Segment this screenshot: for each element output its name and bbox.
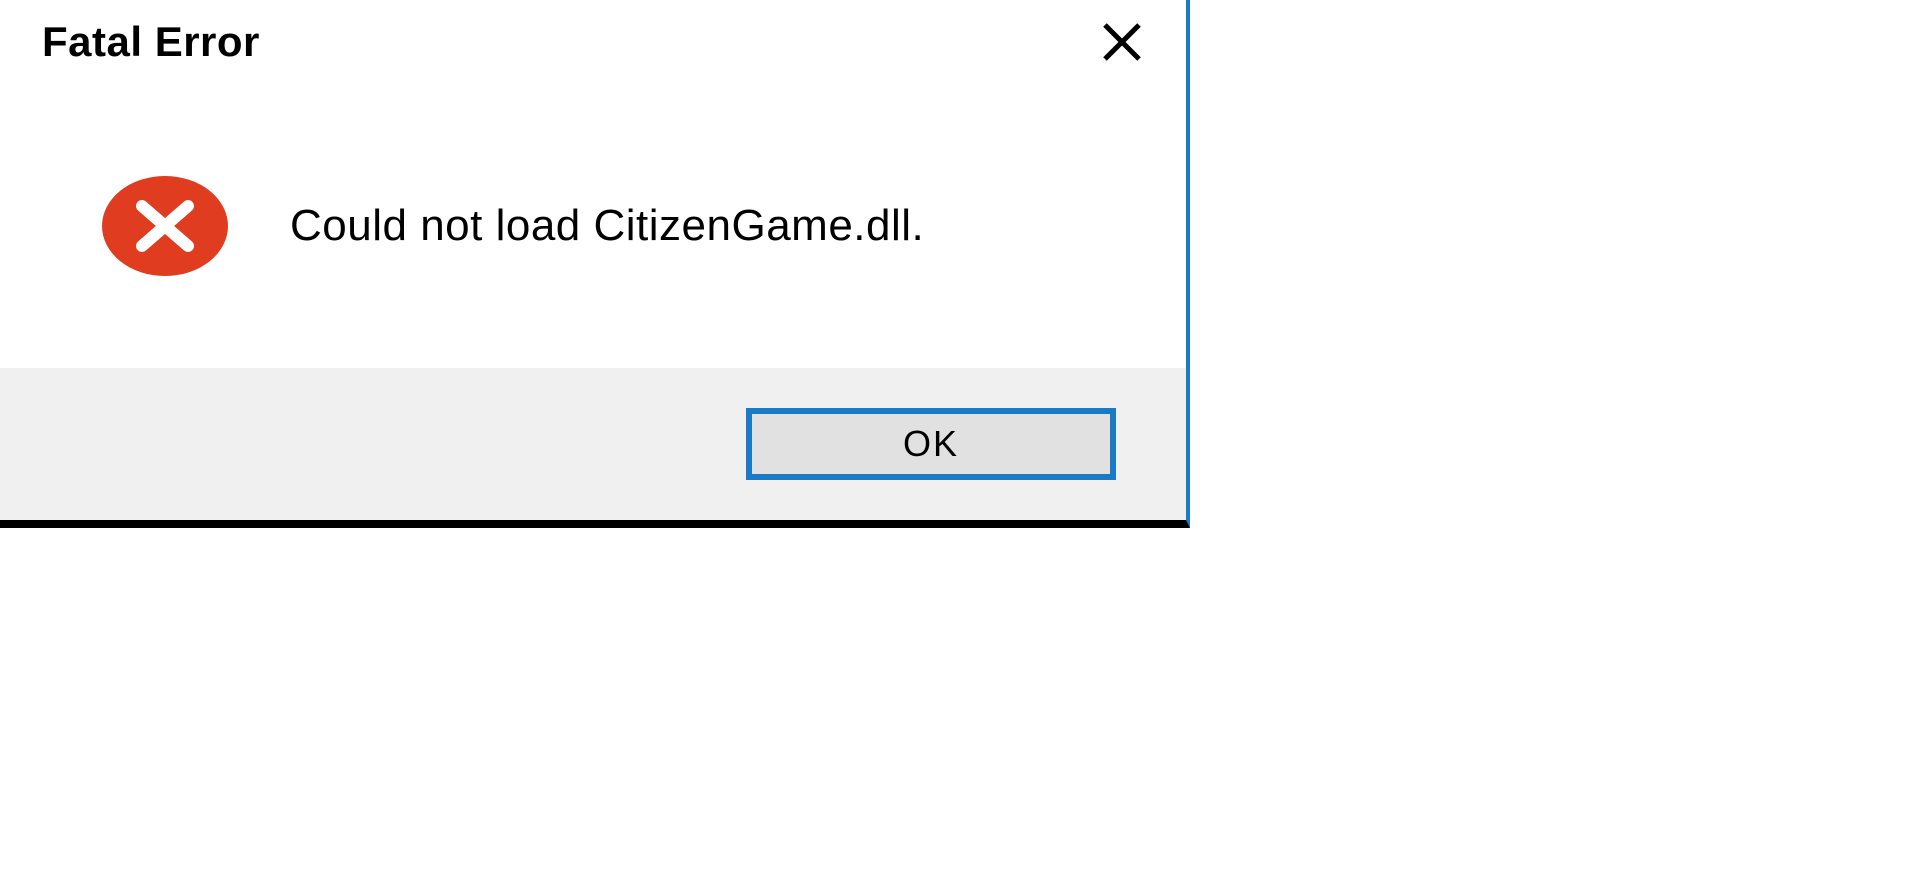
close-icon [1101,21,1143,63]
titlebar: Fatal Error [0,0,1186,84]
button-bar: OK [0,368,1186,520]
close-button[interactable] [1098,18,1146,66]
error-dialog: Fatal Error Could not load CitizenGame.d… [0,0,1190,528]
error-message: Could not load CitizenGame.dll. [290,201,924,251]
dialog-title: Fatal Error [42,18,260,66]
dialog-content: Could not load CitizenGame.dll. [0,84,1186,368]
ok-button[interactable]: OK [746,408,1116,480]
error-icon [100,174,230,278]
